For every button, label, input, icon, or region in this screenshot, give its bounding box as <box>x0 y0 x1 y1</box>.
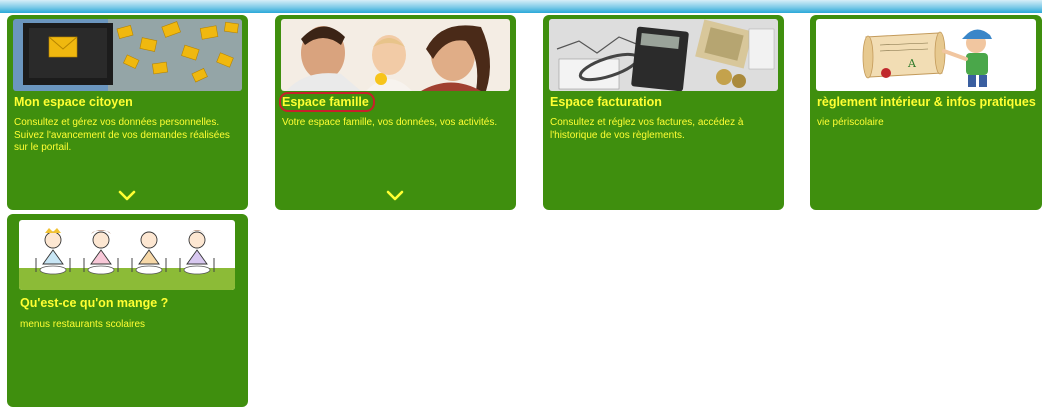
chevron-down-icon[interactable] <box>385 190 405 202</box>
card-description: menus restaurants scolaires <box>20 319 146 330</box>
billing-calculator-image <box>549 19 778 91</box>
card-quest-ce-quon-mange[interactable]: Qu'est-ce qu'on mange ? menus restaurant… <box>7 214 248 407</box>
card-title: Qu'est-ce qu'on mange ? <box>20 296 169 310</box>
card-description: vie périscolaire <box>817 117 884 128</box>
card-title: règlement intérieur & infos pratiques <box>817 95 1036 109</box>
card-espace-facturation[interactable]: Espace facturation Consultez et réglez v… <box>543 15 784 210</box>
card-title: Espace famille <box>282 95 369 109</box>
card-title: Espace facturation <box>550 95 662 109</box>
card-reglement-interieur[interactable]: A règlement intérieur & infos pratiques … <box>810 15 1042 210</box>
scroll-rules-image: A <box>816 19 1036 91</box>
card-description: Consultez et réglez vos factures, accéde… <box>550 117 744 141</box>
envelopes-laptop-image <box>13 19 242 91</box>
children-at-table-image <box>19 220 235 290</box>
family-photo-image <box>281 19 510 91</box>
chevron-down-icon[interactable] <box>117 190 137 202</box>
card-espace-famille[interactable]: Espace famille Votre espace famille, vos… <box>275 15 516 210</box>
card-description: Votre espace famille, vos données, vos a… <box>282 117 498 128</box>
card-mon-espace-citoyen[interactable]: Mon espace citoyen Consultez et gérez vo… <box>7 15 248 210</box>
svg-text:A: A <box>907 57 917 70</box>
header-band <box>0 0 1042 13</box>
card-description: Consultez et gérez vos données personnel… <box>14 117 230 153</box>
card-title: Mon espace citoyen <box>14 95 133 109</box>
